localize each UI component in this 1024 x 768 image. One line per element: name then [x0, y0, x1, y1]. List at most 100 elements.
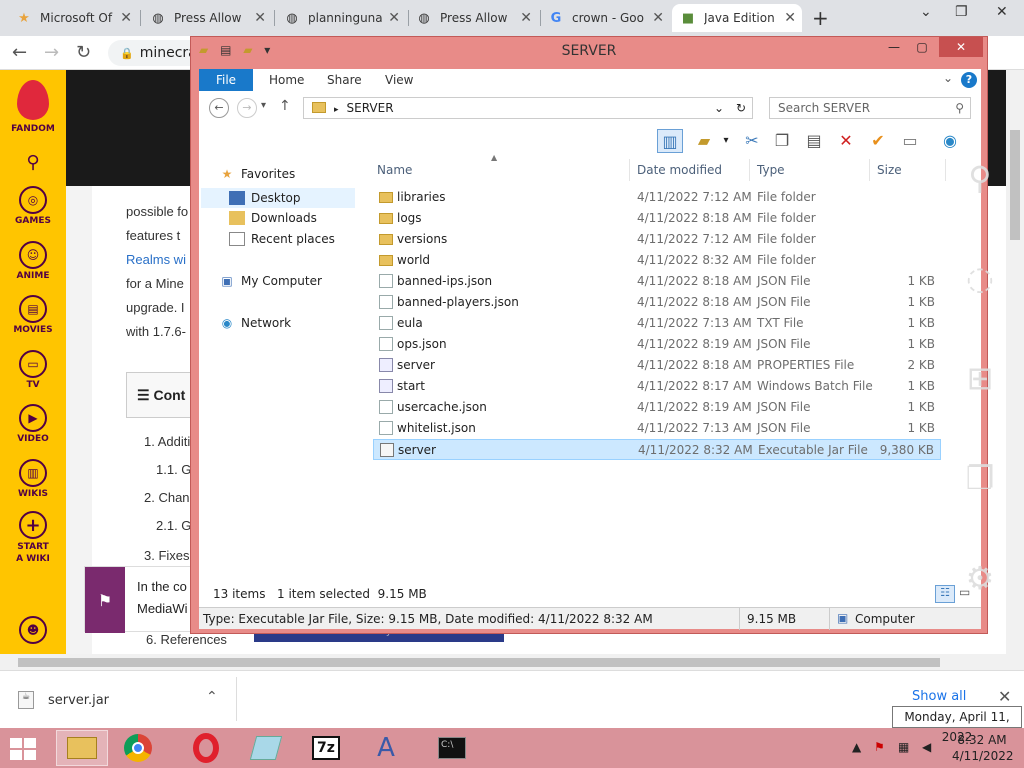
nav-network[interactable]: ◉ Network [219, 316, 291, 330]
fandom-nav-video[interactable]: ▶ VIDEO [0, 404, 66, 444]
nav-downloads[interactable]: Downloads [229, 211, 317, 225]
table-row[interactable]: eula 4/11/2022 7:13 AM TXT File 1 KB [373, 313, 941, 334]
paste-icon[interactable]: ▤ [801, 129, 827, 153]
tab-view[interactable]: View [373, 69, 425, 91]
show-hidden-icons[interactable]: ▲ [852, 740, 861, 754]
restore-icon[interactable]: ❐ [955, 4, 968, 20]
search-icon[interactable]: ⚲ [0, 152, 66, 173]
column-separator[interactable] [869, 159, 870, 181]
up-arrow-icon[interactable]: ↑ [279, 98, 291, 114]
globe-icon[interactable]: ◉ [937, 129, 963, 153]
fandom-nav-games[interactable]: ◎ GAMES [0, 186, 66, 226]
help-icon[interactable]: ? [961, 72, 977, 88]
preview-pane-icon[interactable]: ▥ [657, 129, 683, 153]
maximize-button[interactable]: ▢ [909, 37, 935, 57]
magnifier-icon[interactable]: ⚲ [958, 156, 1002, 200]
notepad-icon[interactable] [240, 730, 292, 766]
windows-icon[interactable]: ⊞ [958, 356, 1002, 400]
close-window-icon[interactable]: ✕ [996, 4, 1008, 20]
7zip-icon[interactable]: 7z [300, 730, 352, 766]
refresh-icon[interactable]: ↻ [736, 98, 746, 118]
nav-favorites[interactable]: ★ Favorites [219, 167, 296, 181]
close-icon[interactable]: ✕ [388, 10, 400, 26]
table-row[interactable]: logs 4/11/2022 8:18 AM File folder [373, 208, 941, 229]
table-row[interactable]: usercache.json 4/11/2022 8:19 AM JSON File… [373, 397, 941, 418]
chevron-down-icon[interactable]: ▾ [713, 129, 739, 153]
inkscape-icon[interactable]: A [360, 730, 412, 766]
tab-planning[interactable]: ◍ planninguna ✕ [276, 4, 406, 32]
close-icon[interactable]: ✕ [120, 10, 132, 26]
tab-java-edition[interactable]: ■ Java Edition ✕ [672, 4, 802, 32]
close-button[interactable]: ✕ [939, 37, 983, 57]
page-vertical-scrollbar[interactable] [1006, 70, 1024, 654]
table-row[interactable]: ops.json 4/11/2022 8:19 AM JSON File 1 KB [373, 334, 941, 355]
table-row[interactable]: server 4/11/2022 8:18 AM PROPERTIES File 2 … [373, 355, 941, 376]
close-icon[interactable]: ✕ [652, 10, 664, 26]
toc-item[interactable]: 1. Additi [144, 434, 190, 449]
tab-file[interactable]: File [199, 69, 253, 91]
chevron-down-icon[interactable]: ▾ [264, 43, 270, 57]
table-row[interactable]: libraries 4/11/2022 7:12 AM File folder [373, 187, 941, 208]
table-row[interactable]: server 4/11/2022 8:32 AM Executable Jar Fi… [373, 439, 941, 460]
forward-icon[interactable]: → [44, 42, 59, 63]
close-icon[interactable]: ✕ [254, 10, 266, 26]
column-separator[interactable] [945, 159, 946, 181]
back-icon[interactable]: ← [12, 42, 27, 63]
page-horizontal-scrollbar[interactable] [0, 654, 1024, 670]
table-row[interactable]: banned-ips.json 4/11/2022 8:18 AM JSON Fil… [373, 271, 941, 292]
fandom-nav-start-wiki[interactable]: + START A WIKI [0, 511, 66, 565]
details-view-icon[interactable]: ☷ [935, 585, 955, 603]
settings-gear-icon[interactable]: ⚙ [958, 556, 1002, 600]
windows-start-icon[interactable] [10, 738, 38, 760]
network-icon[interactable]: ▦ [898, 740, 909, 754]
copy-icon[interactable]: ❐ [769, 129, 795, 153]
column-header-date[interactable]: Date modified [637, 163, 722, 177]
table-row[interactable]: banned-players.json 4/11/2022 8:18 AM JSON… [373, 292, 941, 313]
fandom-nav-movies[interactable]: ▤ MOVIES [0, 295, 66, 335]
folder-icon[interactable]: ▰ [199, 43, 208, 57]
table-row[interactable]: start 4/11/2022 8:17 AM Windows Batch File… [373, 376, 941, 397]
recent-locations-icon[interactable]: ▾ [261, 100, 266, 111]
nav-desktop[interactable]: Desktop [201, 188, 355, 208]
new-folder-icon[interactable]: ▰ [243, 43, 252, 57]
window-titlebar[interactable]: SERVER ▰ ▤ ▰ ▾ — ▢ ✕ [191, 37, 987, 67]
check-icon[interactable]: ✔ [865, 129, 891, 153]
toc-item[interactable]: 6. References [146, 632, 227, 647]
back-button[interactable]: ← [209, 98, 229, 118]
table-row[interactable]: world 4/11/2022 8:32 AM File folder [373, 250, 941, 271]
reload-icon[interactable]: ↻ [76, 42, 91, 63]
article-link[interactable]: Realms wi [126, 252, 186, 267]
chevron-down-icon[interactable]: ⌄ [714, 98, 724, 118]
tab-share[interactable]: Share [315, 69, 374, 91]
search-input[interactable]: Search SERVER ⚲ [769, 97, 971, 119]
rename-icon[interactable]: ▭ [897, 129, 923, 153]
breadcrumb[interactable]: SERVER [347, 101, 394, 115]
forward-button[interactable]: → [237, 98, 257, 118]
chevron-down-icon[interactable]: ⌄ [943, 71, 953, 85]
cut-icon[interactable]: ✂ [739, 129, 765, 153]
fandom-nav-wikis[interactable]: ▥ WIKIS [0, 459, 66, 499]
tab-google-search[interactable]: G crown - Goo ✕ [540, 4, 670, 32]
chevron-up-icon[interactable]: ⌃ [206, 689, 218, 705]
toc-item[interactable]: 2.1. G [156, 518, 191, 533]
column-header-type[interactable]: Type [757, 163, 785, 177]
new-tab-button[interactable]: + [812, 6, 829, 30]
column-separator[interactable] [629, 159, 630, 181]
column-separator[interactable] [749, 159, 750, 181]
share-icon[interactable]: ◌ [958, 256, 1002, 300]
file-explorer-taskbar-icon[interactable] [56, 730, 108, 766]
table-row[interactable]: versions 4/11/2022 7:12 AM File folder [373, 229, 941, 250]
nav-recent-places[interactable]: Recent places [229, 232, 335, 246]
close-icon[interactable]: ✕ [784, 10, 796, 26]
scrollbar-thumb[interactable] [18, 658, 940, 667]
opera-icon[interactable] [180, 730, 232, 766]
devices-icon[interactable]: ❐ [958, 456, 1002, 500]
chevron-down-icon[interactable]: ⌄ [920, 4, 932, 20]
toc-item[interactable]: 2. Chan [144, 490, 190, 505]
delete-icon[interactable]: ✕ [833, 129, 859, 153]
tab-home[interactable]: Home [257, 69, 316, 91]
download-item[interactable]: ☕ server.jar [18, 691, 109, 709]
tab-press-allow[interactable]: ◍ Press Allow ✕ [142, 4, 272, 32]
scrollbar-thumb[interactable] [1010, 130, 1020, 240]
user-account-icon[interactable]: ☻ [0, 616, 66, 646]
